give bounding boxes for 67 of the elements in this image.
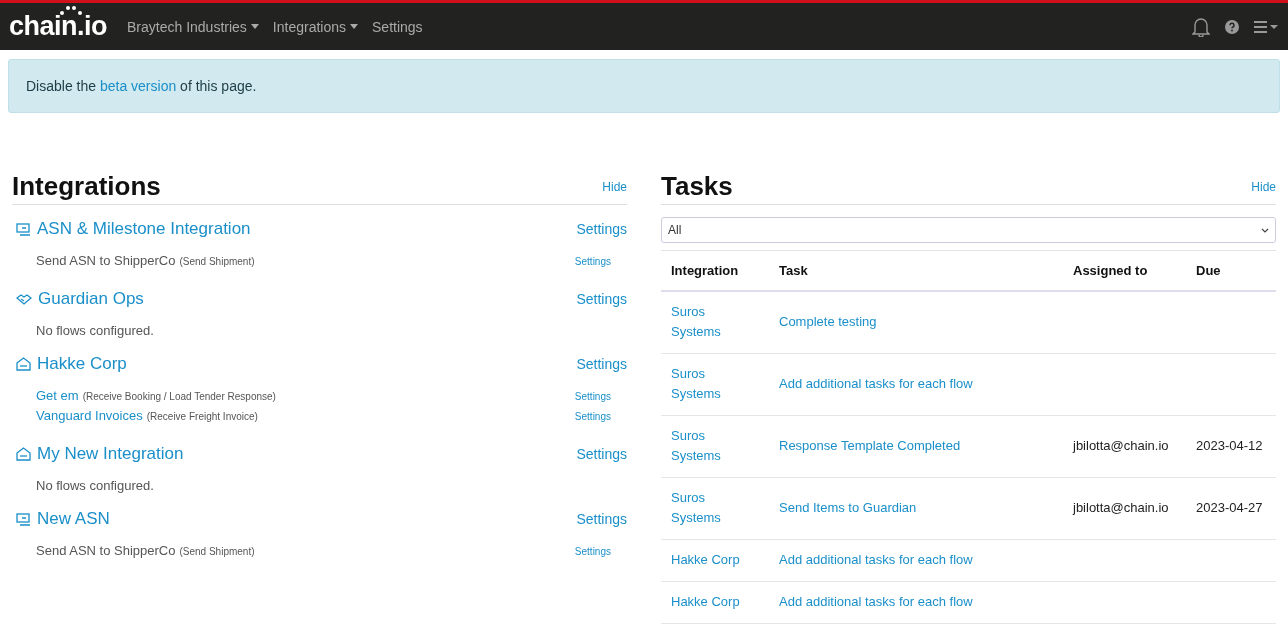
flow-type: (Send Shipment) [179, 546, 255, 557]
hide-link[interactable]: Hide [1251, 179, 1276, 194]
settings-link[interactable]: Settings [574, 256, 611, 267]
assignee-email: jbilotta@chain.io [1073, 438, 1169, 453]
task-link[interactable]: Response Template Completed [779, 438, 961, 453]
empty-message: No flows configured. [36, 323, 155, 338]
hide-link[interactable]: Hide [602, 179, 627, 194]
help-icon[interactable] [1225, 19, 1239, 34]
nav-menu[interactable]: Settings [372, 18, 423, 35]
task-link[interactable]: Add additional tasks for each flow [779, 376, 973, 391]
settings-link[interactable]: Settings [574, 391, 611, 402]
due-date: 2023-04-27 [1196, 500, 1263, 515]
settings-link[interactable]: Settings [576, 221, 627, 237]
filter-dropdown[interactable]: All [661, 217, 1276, 243]
alert-text: Disable the beta version of this page. [26, 78, 257, 94]
integration-link[interactable]: Hakke Corp [671, 550, 740, 570]
settings-link[interactable]: Settings [576, 511, 627, 527]
task-link[interactable]: Add additional tasks for each flow [779, 594, 973, 609]
due-date: 2023-04-12 [1196, 438, 1263, 453]
integration-link[interactable]: Suros Systems [671, 488, 741, 528]
flow-type: (Receive Booking / Load Tender Response) [82, 391, 276, 402]
column-header: Task [769, 250, 1063, 291]
nav-menu[interactable]: Integrations [272, 18, 359, 35]
flow-link[interactable]: Vanguard Invoices [36, 408, 143, 423]
building-icon [16, 447, 31, 461]
empty-message: No flows configured. [36, 478, 155, 493]
integration-link[interactable]: New ASN [37, 509, 110, 529]
settings-link[interactable]: Settings [574, 411, 611, 422]
column-header: Integration [661, 250, 769, 291]
beta-version-link[interactable]: beta version [99, 78, 177, 94]
caret-icon [350, 24, 359, 29]
settings-link[interactable]: Settings [576, 291, 627, 307]
section-title: Integrations [12, 171, 161, 202]
integration-link[interactable]: Guardian Ops [38, 289, 144, 309]
monitor-icon [16, 222, 31, 236]
building-icon [16, 357, 31, 371]
nav-menu[interactable]: Braytech Industries [127, 18, 259, 35]
task-link[interactable]: Complete testing [779, 314, 877, 330]
task-link[interactable]: Add additional tasks for each flow [779, 552, 973, 567]
dots-icon [59, 5, 83, 15]
integration-link[interactable]: Suros Systems [671, 364, 741, 404]
logo[interactable]: chain.io [9, 11, 107, 42]
integration-link[interactable]: My New Integration [37, 444, 184, 464]
section-title: Tasks [661, 171, 733, 202]
caret-icon [250, 24, 259, 29]
task-link[interactable]: Send Items to Guardian [779, 500, 917, 515]
integration-link[interactable]: Hakke Corp [37, 354, 127, 374]
flow-type: (Receive Freight Invoice) [146, 411, 258, 422]
flow-link[interactable]: Get em [36, 388, 79, 403]
chevron-icon [1261, 227, 1269, 233]
integration-link[interactable]: Suros Systems [671, 302, 741, 343]
integration-link[interactable]: ASN & Milestone Integration [37, 219, 251, 239]
menu-icon[interactable] [1254, 20, 1278, 33]
flow-name: Send ASN to ShipperCo [36, 543, 176, 558]
column-header: Due [1186, 250, 1276, 291]
handshake-icon [16, 292, 32, 306]
bell-icon[interactable] [1192, 16, 1210, 37]
column-header: Assigned to [1063, 250, 1186, 291]
settings-link[interactable]: Settings [576, 446, 627, 462]
integration-link[interactable]: Suros Systems [671, 426, 741, 466]
settings-link[interactable]: Settings [576, 356, 627, 372]
flow-name: Send ASN to ShipperCo [36, 253, 176, 268]
integration-link[interactable]: Hakke Corp [671, 592, 740, 612]
flow-type: (Send Shipment) [179, 256, 255, 267]
monitor-icon [16, 512, 31, 526]
settings-link[interactable]: Settings [574, 546, 611, 557]
assignee-email: jbilotta@chain.io [1073, 500, 1169, 515]
